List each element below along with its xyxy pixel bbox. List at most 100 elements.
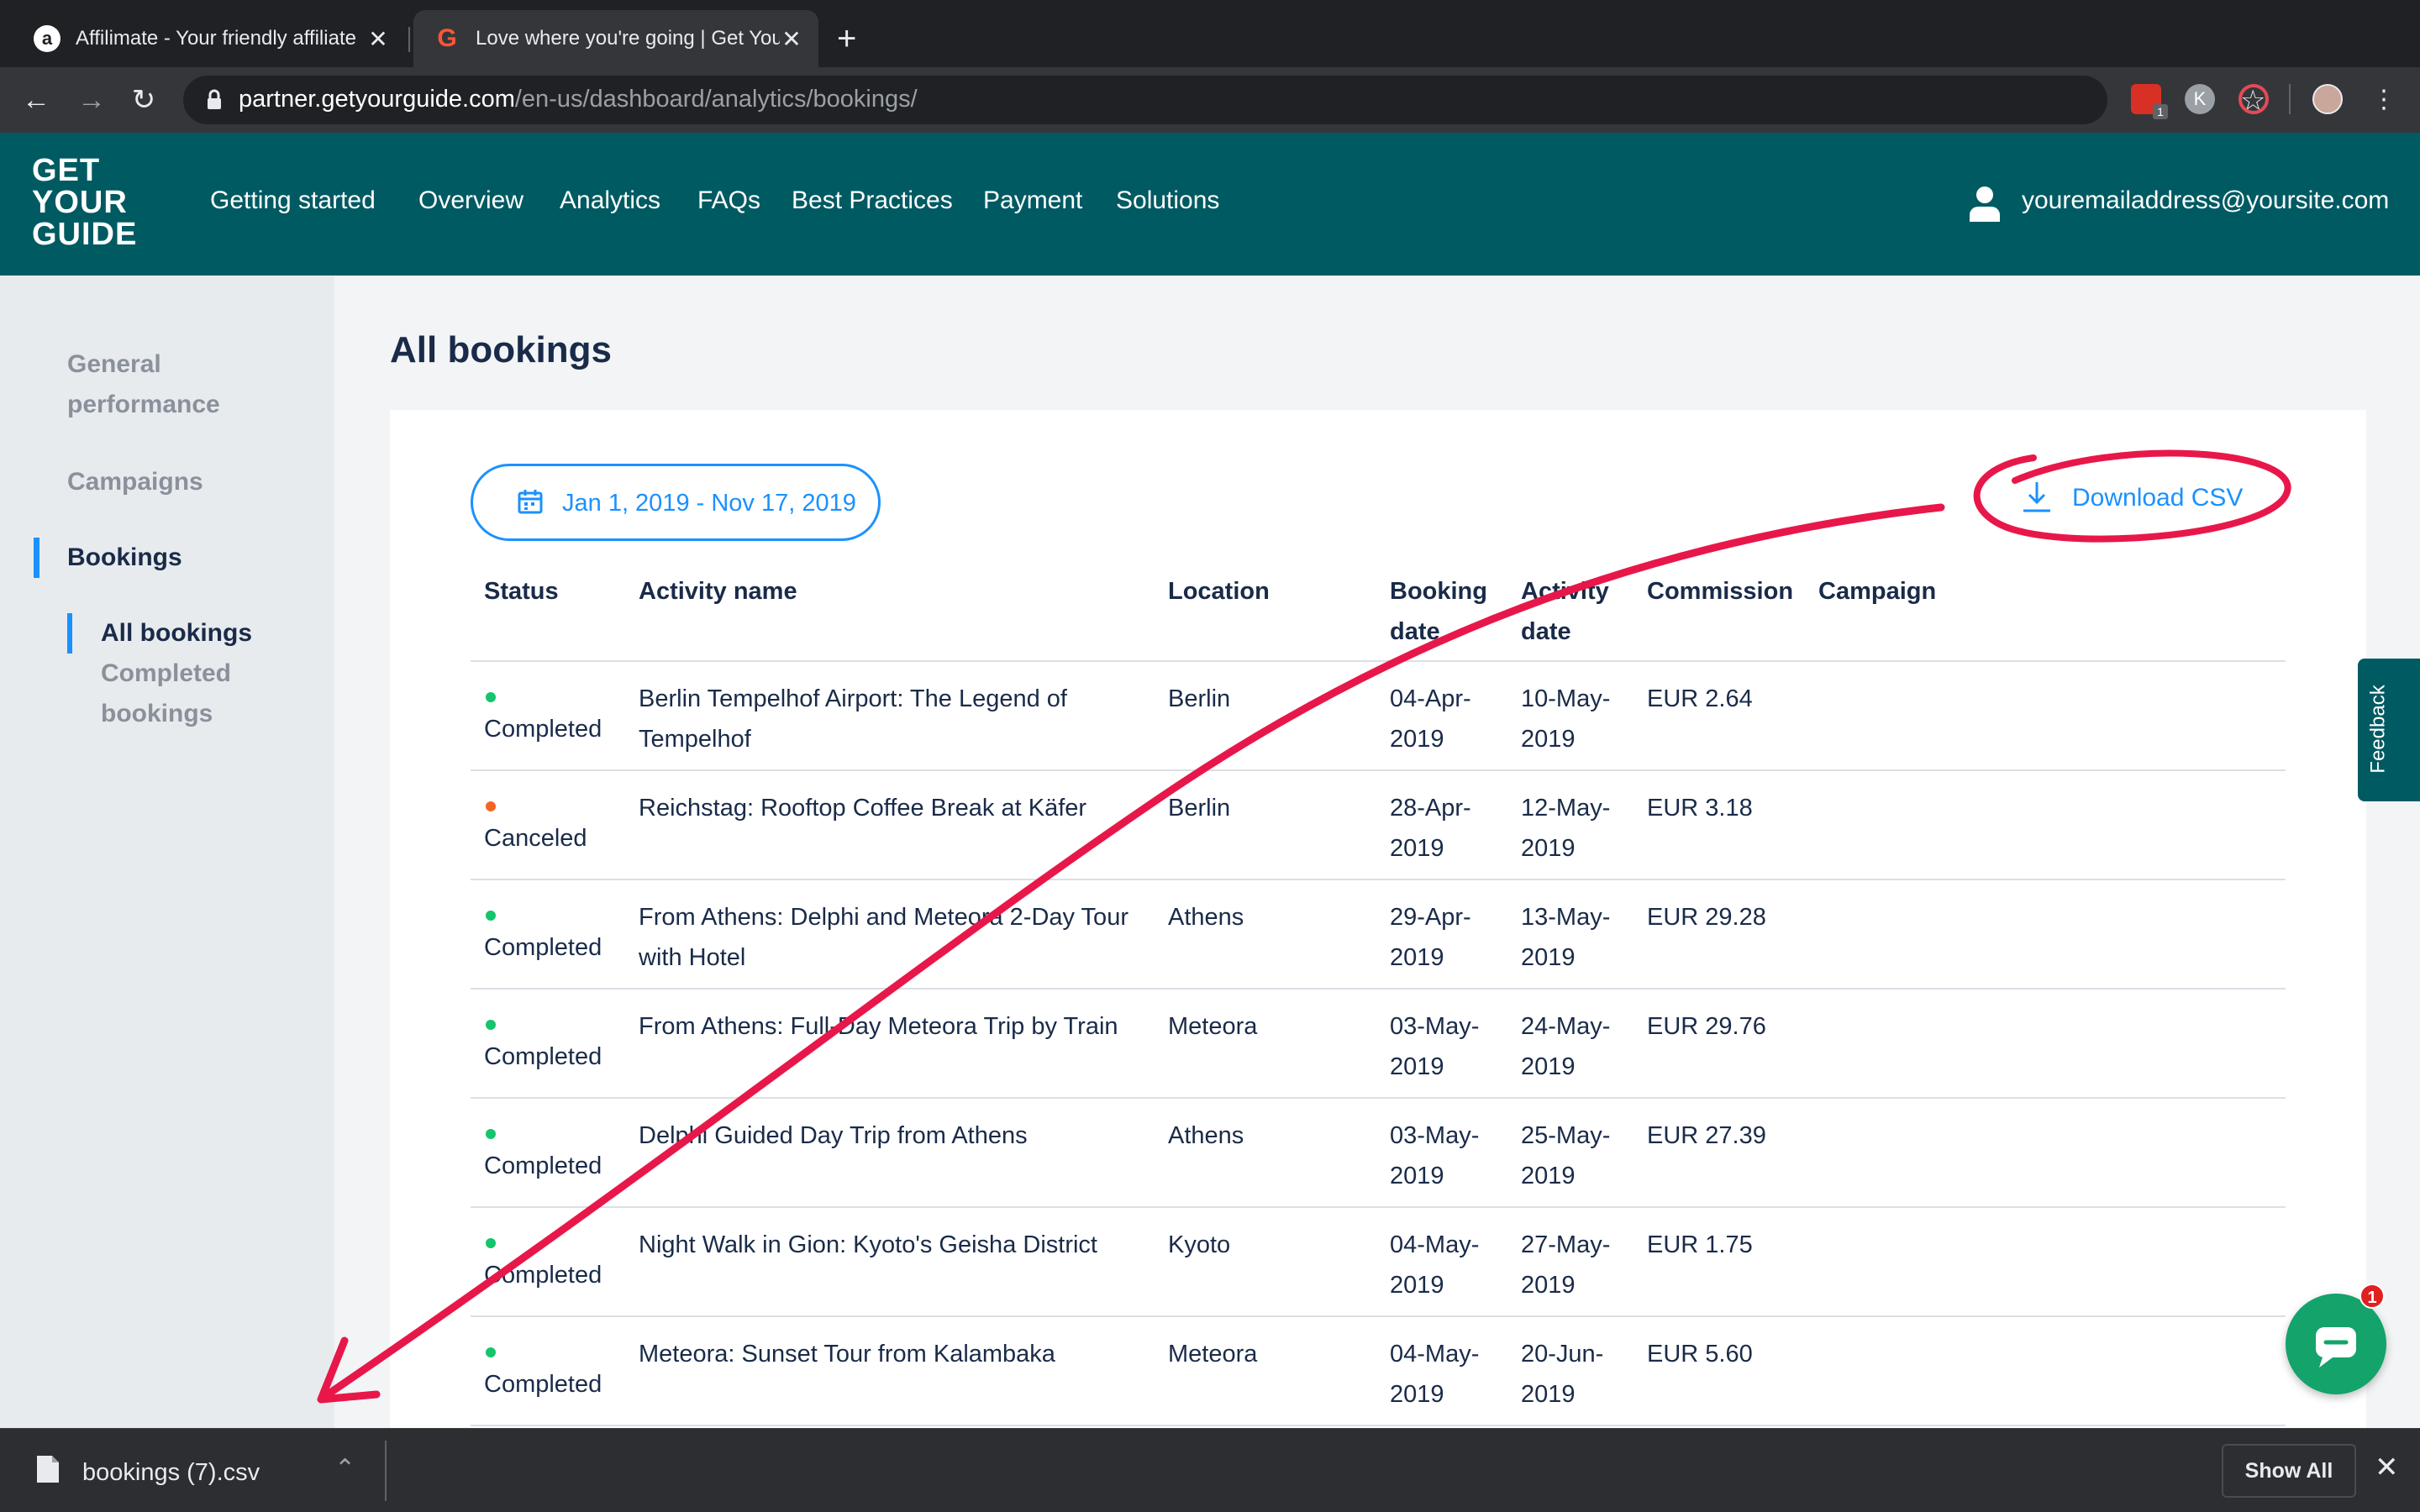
file-icon: [37, 1456, 59, 1483]
spiral-extension-icon[interactable]: [2238, 84, 2269, 114]
nav-solutions[interactable]: Solutions: [1116, 186, 1219, 215]
table-divider: [471, 1425, 2286, 1426]
column-header-location[interactable]: Location: [1168, 571, 1270, 612]
profile-k-icon[interactable]: K: [2185, 84, 2215, 114]
status-dot-icon: [486, 692, 496, 702]
status-cell: Completed: [484, 1371, 602, 1398]
logo-line: GUIDE: [32, 217, 138, 252]
table-divider: [471, 1315, 2286, 1317]
activity-name-cell[interactable]: Night Walk in Gion: Kyoto's Geisha Distr…: [639, 1225, 1143, 1265]
activity-name-cell[interactable]: Reichstag: Rooftop Coffee Break at Käfer: [639, 788, 1143, 828]
sidebar: General performance Campaigns Bookings A…: [0, 276, 334, 1428]
sidebar-subitem-completed-bookings[interactable]: Completed bookings: [101, 654, 269, 734]
commission-cell: EUR 2.64: [1647, 685, 1753, 712]
commission-cell: EUR 27.39: [1647, 1122, 1766, 1149]
column-header-commission[interactable]: Commission: [1647, 571, 1793, 612]
booking-date-cell: 04-Apr-2019: [1390, 685, 1471, 753]
url-text: partner.getyourguide.com/en-us/dashboard…: [239, 86, 918, 113]
status-cell: Completed: [484, 934, 602, 961]
sidebar-item-bookings[interactable]: Bookings: [67, 538, 182, 578]
date-range-picker[interactable]: Jan 1, 2019 - Nov 17, 2019: [471, 464, 881, 541]
activity-name-cell[interactable]: Meteora: Sunset Tour from Kalambaka: [639, 1334, 1143, 1374]
status-dot-icon: [486, 801, 496, 811]
activity-name-cell[interactable]: Delphi Guided Day Trip from Athens: [639, 1116, 1143, 1156]
chevron-up-icon[interactable]: ⌃: [334, 1454, 355, 1483]
chat-bubble-icon: [2316, 1327, 2356, 1368]
active-sub-indicator: [67, 613, 72, 654]
user-icon[interactable]: [1968, 185, 2002, 222]
activity-date-cell: 24-May-2019: [1521, 1013, 1611, 1080]
download-bar: bookings (7).csv ⌃ Show All ✕: [0, 1428, 2420, 1512]
booking-date-cell: 03-May-2019: [1390, 1013, 1480, 1080]
activity-name-cell[interactable]: From Athens: Full-Day Meteora Trip by Tr…: [639, 1006, 1143, 1047]
location-cell: Berlin: [1168, 795, 1231, 822]
table-divider: [471, 660, 2286, 662]
user-email[interactable]: youremailaddress@yoursite.com: [2022, 186, 2389, 215]
new-tab-icon[interactable]: +: [837, 22, 856, 55]
booking-date-cell: 03-May-2019: [1390, 1122, 1480, 1189]
activity-date-cell: 13-May-2019: [1521, 904, 1611, 971]
tab-divider: [408, 27, 410, 52]
location-cell: Meteora: [1168, 1341, 1258, 1368]
forward-arrow-icon[interactable]: →: [74, 82, 109, 118]
url-path: /en-us/dashboard/analytics/bookings/: [514, 86, 918, 113]
nav-best-practices[interactable]: Best Practices: [792, 186, 953, 215]
nav-getting-started[interactable]: Getting started: [210, 186, 376, 215]
location-cell: Athens: [1168, 904, 1244, 931]
date-range-text: Jan 1, 2019 - Nov 17, 2019: [562, 490, 856, 517]
chat-button[interactable]: [2286, 1294, 2386, 1394]
sidebar-item-campaigns[interactable]: Campaigns: [67, 462, 203, 502]
sidebar-subitem-all-bookings[interactable]: All bookings: [101, 613, 252, 654]
page-title: All bookings: [390, 329, 612, 370]
column-header-activity-date[interactable]: Activity date: [1521, 571, 1622, 652]
affilimate-favicon-icon: a: [34, 25, 60, 52]
logo-line: YOUR: [32, 185, 128, 220]
getyourguide-logo[interactable]: GET YOUR GUIDE: [32, 155, 137, 250]
logo-line: GET: [32, 153, 101, 188]
table-divider: [471, 1206, 2286, 1208]
tab-title: Affilimate - Your friendly affiliate: [76, 27, 356, 50]
download-divider: [385, 1441, 387, 1501]
location-cell: Kyoto: [1168, 1231, 1231, 1258]
booking-date-cell: 04-May-2019: [1390, 1231, 1480, 1299]
table-divider: [471, 879, 2286, 880]
browser-tab-strip: a Affilimate - Your friendly affiliate ✕…: [0, 0, 2420, 67]
lock-icon: [208, 89, 221, 109]
close-tab-icon[interactable]: ✕: [780, 25, 803, 53]
sidebar-item-general-performance[interactable]: General performance: [67, 344, 286, 425]
nav-faqs[interactable]: FAQs: [697, 186, 760, 215]
commission-cell: EUR 5.60: [1647, 1341, 1753, 1368]
download-csv-label: Download CSV: [2072, 484, 2244, 512]
browser-tab[interactable]: a Affilimate - Your friendly affiliate ✕: [13, 10, 405, 67]
reload-icon[interactable]: ↻: [126, 82, 161, 118]
booking-date-cell: 28-Apr-2019: [1390, 795, 1471, 862]
nav-overview[interactable]: Overview: [418, 186, 523, 215]
address-bar[interactable]: partner.getyourguide.com/en-us/dashboard…: [183, 76, 2265, 124]
activity-date-cell: 25-May-2019: [1521, 1122, 1611, 1189]
column-header-campaign[interactable]: Campaign: [1818, 571, 1936, 612]
browser-tab-active[interactable]: G Love where you're going | Get Your Gui…: [413, 10, 818, 67]
getyourguide-favicon-icon: G: [437, 24, 457, 52]
column-header-booking-date[interactable]: Booking date: [1390, 571, 1504, 652]
column-header-status[interactable]: Status: [484, 571, 559, 612]
activity-name-cell[interactable]: From Athens: Delphi and Meteora 2-Day To…: [639, 897, 1143, 978]
table-divider: [471, 769, 2286, 771]
column-header-activity-name[interactable]: Activity name: [639, 571, 797, 612]
commission-cell: EUR 29.28: [1647, 904, 1766, 931]
back-arrow-icon[interactable]: ←: [18, 82, 54, 118]
user-avatar[interactable]: [2312, 84, 2343, 114]
nav-payment[interactable]: Payment: [983, 186, 1082, 215]
close-icon[interactable]: ✕: [2375, 1451, 2399, 1484]
nav-analytics[interactable]: Analytics: [560, 186, 660, 215]
download-file-name[interactable]: bookings (7).csv: [82, 1459, 260, 1487]
activity-date-cell: 10-May-2019: [1521, 685, 1611, 753]
location-cell: Berlin: [1168, 685, 1231, 712]
activity-date-cell: 12-May-2019: [1521, 795, 1611, 862]
close-tab-icon[interactable]: ✕: [366, 25, 390, 53]
browser-menu-icon[interactable]: ⋮: [2366, 82, 2402, 118]
activity-name-cell[interactable]: Berlin Tempelhof Airport: The Legend of …: [639, 679, 1143, 759]
site-header: GET YOUR GUIDE Getting started Overview …: [0, 133, 2420, 276]
booking-date-cell: 04-May-2019: [1390, 1341, 1480, 1408]
feedback-tab[interactable]: Feedback: [2358, 659, 2420, 801]
show-all-button[interactable]: Show All: [2222, 1444, 2356, 1498]
